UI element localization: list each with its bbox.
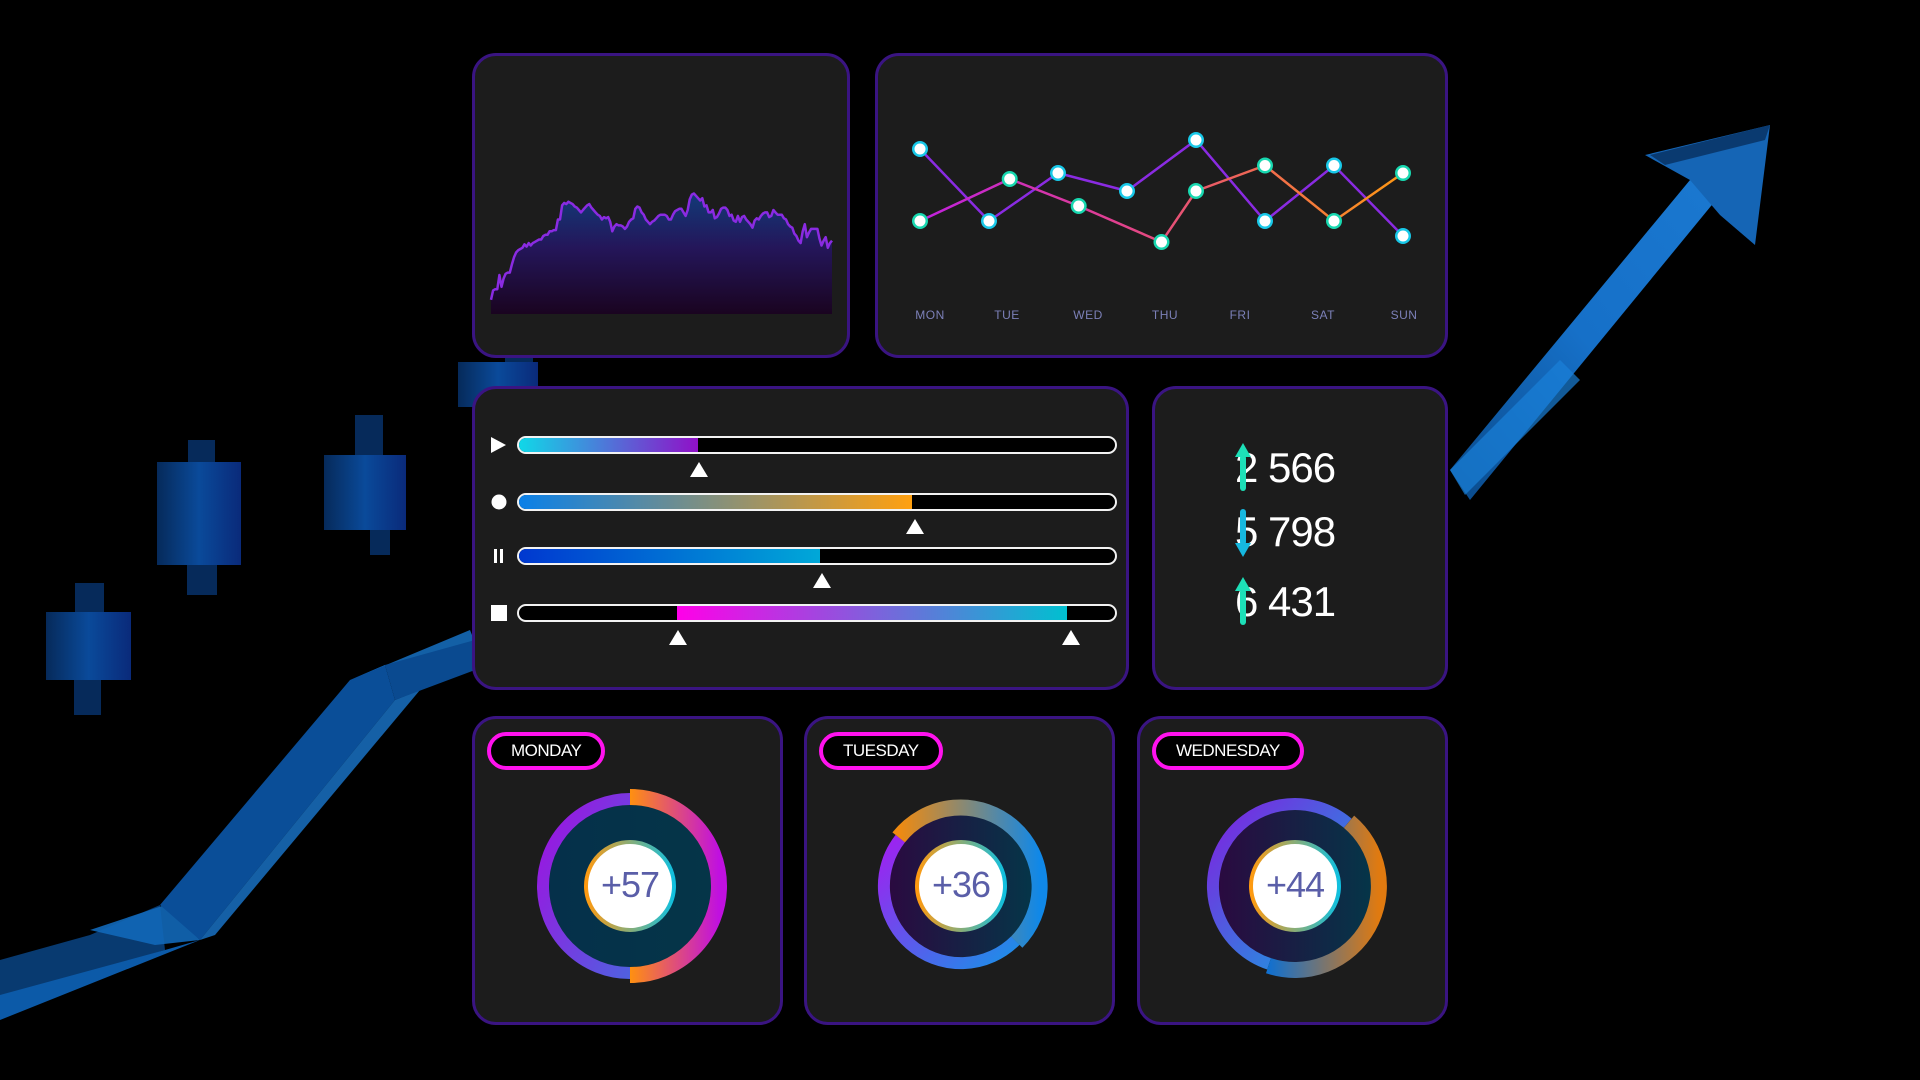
arrow-up-icon [1235, 577, 1251, 625]
stat-row: 2 566 [1235, 443, 1336, 493]
data-point[interactable] [1257, 213, 1273, 229]
area-chart [489, 192, 833, 314]
slider-track[interactable] [517, 493, 1117, 511]
stats-panel: 2 566 5 798 6 431 [1152, 386, 1448, 690]
media-slider-panel [472, 386, 1129, 690]
rising-arrow-left [0, 630, 480, 1020]
donut-value-tuesday: +36 [931, 864, 991, 905]
data-point[interactable] [981, 213, 997, 229]
data-point[interactable] [1188, 132, 1204, 148]
data-point[interactable] [1326, 213, 1342, 229]
day-card-wednesday: WEDNESDAY +44 [1137, 716, 1448, 1025]
day-card-monday: MONDAY +57 [472, 716, 783, 1025]
slider-row [475, 603, 1126, 645]
stat-row: 6 431 [1235, 577, 1336, 627]
record-icon[interactable] [490, 494, 508, 510]
slider-row [475, 435, 1126, 477]
pause-icon[interactable] [490, 548, 508, 564]
data-point[interactable] [1326, 157, 1342, 174]
data-point[interactable] [1395, 165, 1411, 181]
data-point[interactable] [1153, 234, 1170, 250]
weekly-line-chart-panel: MON TUE WED THU FRI SAT SUN [875, 53, 1448, 358]
data-point[interactable] [1395, 228, 1411, 244]
rising-arrow-right [1450, 125, 1770, 500]
slider-handle[interactable] [1062, 630, 1080, 645]
slider-handle[interactable] [690, 462, 708, 477]
stop-icon[interactable] [490, 605, 508, 621]
donut-value-wednesday: +44 [1265, 864, 1325, 905]
area-chart-panel [472, 53, 850, 358]
data-point[interactable] [1119, 183, 1135, 199]
slider-row [475, 546, 1126, 588]
slider-handle[interactable] [669, 630, 687, 645]
slider-fill [676, 606, 1068, 620]
arrow-down-icon [1235, 509, 1251, 557]
donut-value-monday: +57 [600, 864, 660, 905]
candlestick-2 [157, 440, 241, 595]
data-point[interactable] [1257, 157, 1273, 174]
stat-row: 5 798 [1235, 507, 1336, 557]
data-point[interactable] [912, 141, 928, 157]
slider-row [475, 492, 1126, 534]
data-point[interactable] [1050, 165, 1066, 181]
play-icon[interactable] [490, 437, 508, 453]
slider-handle[interactable] [813, 573, 831, 588]
slider-fill [519, 438, 698, 452]
data-point[interactable] [1188, 183, 1204, 199]
x-axis-label: WED [1073, 308, 1103, 322]
candlestick-3 [324, 415, 406, 555]
arrow-up-icon [1235, 443, 1251, 491]
slider-fill [519, 549, 820, 563]
x-axis-label: FRI [1229, 308, 1251, 322]
data-point[interactable] [1001, 171, 1018, 187]
slider-track[interactable] [517, 436, 1117, 454]
candlestick-1 [46, 583, 131, 715]
slider-track[interactable] [517, 604, 1117, 622]
line-series-gradient [919, 164, 1404, 244]
day-card-tuesday: TUESDAY +36 [804, 716, 1115, 1025]
slider-fill [519, 495, 913, 509]
slider-track[interactable] [517, 547, 1117, 565]
data-point[interactable] [1070, 198, 1087, 214]
x-axis-label: SUN [1390, 308, 1418, 322]
slider-handle[interactable] [906, 519, 924, 534]
x-axis-label: MON [915, 308, 945, 322]
x-axis-label: SAT [1311, 308, 1335, 322]
data-point[interactable] [912, 213, 928, 229]
x-axis-label: THU [1151, 308, 1179, 322]
area-fill [491, 193, 832, 314]
x-axis-label: TUE [994, 308, 1020, 322]
